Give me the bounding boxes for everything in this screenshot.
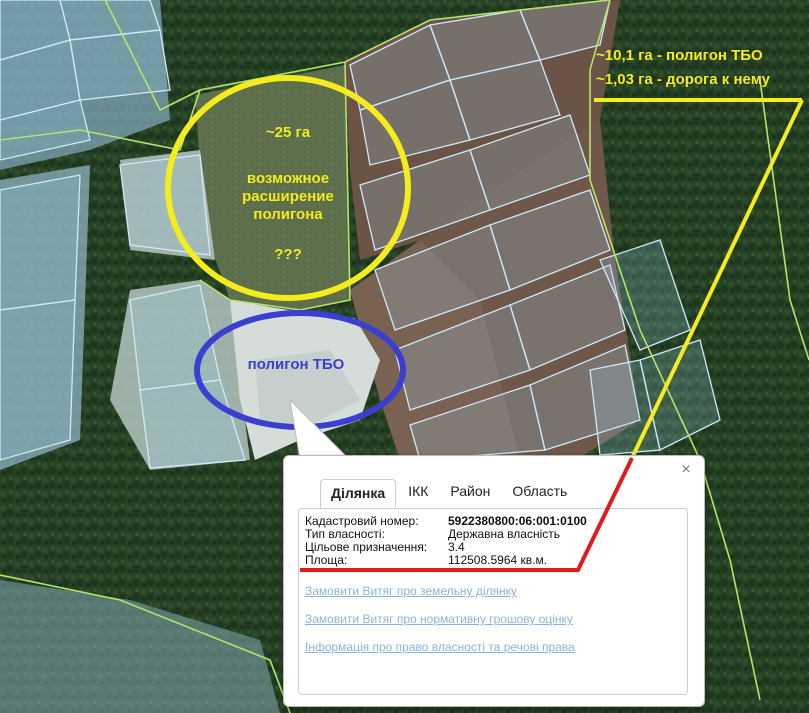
popup-tabs: Ділянка ІКК Район Область	[320, 478, 579, 508]
expansion-area-text: ~25 га	[265, 124, 311, 141]
area-summary: ~10,1 га - полигон ТБО ~1,03 га - дорога…	[596, 44, 770, 92]
attribute-key: Площа:	[305, 553, 348, 567]
order-parcel-extract-link[interactable]: Замовити Витяг про земельну ділянку	[305, 584, 517, 598]
tab-panel: Кадастровий номер: 5922380800:06:001:010…	[298, 508, 688, 695]
tab-ikk[interactable]: ІКК	[398, 478, 438, 507]
tab-parcel[interactable]: Ділянка	[320, 479, 397, 508]
expansion-question: ???	[274, 246, 302, 263]
ownership-info-link[interactable]: Інформація про право власності та речові…	[305, 640, 575, 654]
tab-district[interactable]: Район	[440, 478, 500, 507]
parcel-area: 112508.5964 кв.м.	[448, 553, 548, 567]
expansion-desc-line1: возможное	[246, 170, 330, 187]
expansion-label: ~25 га возможное расширение полигона ???	[218, 124, 358, 264]
close-icon[interactable]: ×	[678, 462, 694, 478]
expansion-desc-line2: расширение	[242, 188, 334, 205]
area-summary-line2: ~1,03 га - дорога к нему	[596, 71, 770, 88]
expansion-desc-line3: полигона	[253, 206, 323, 223]
area-summary-line1: ~10,1 га - полигон ТБО	[596, 47, 763, 64]
attribute-list: Кадастровий номер: 5922380800:06:001:010…	[305, 515, 587, 567]
parcel-info-popup: × Ділянка ІКК Район Область Кадастровий …	[283, 455, 705, 707]
attribute-row: Площа: 112508.5964 кв.м.	[305, 554, 587, 567]
landfill-label: полигон ТБО	[247, 356, 345, 373]
tab-region[interactable]: Область	[502, 478, 577, 507]
order-valuation-extract-link[interactable]: Замовити Витяг про нормативну грошову оц…	[305, 612, 573, 626]
